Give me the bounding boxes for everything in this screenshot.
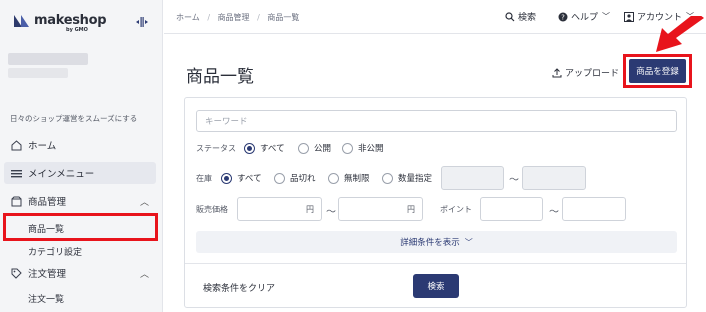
price-min-input[interactable]: 円 xyxy=(237,197,322,221)
logo-mark-icon xyxy=(14,14,30,27)
stock-min-input[interactable] xyxy=(441,166,504,190)
page-title: 商品一覧 xyxy=(186,67,254,87)
status-label: ステータス xyxy=(196,144,236,153)
logo[interactable]: makeshop xyxy=(14,13,107,28)
topbar: ホーム / 商品管理 / 商品一覧 検索 ? ヘルプ ﹀ アカウント ﹀ xyxy=(164,0,706,34)
arrow-pointer-icon xyxy=(656,16,704,52)
svg-text:?: ? xyxy=(561,13,565,21)
logo-subtext: by GMO xyxy=(66,27,88,33)
chevron-up-icon: ︿ xyxy=(139,269,149,280)
status-radio-all[interactable]: すべて xyxy=(244,142,285,154)
radio-label: すべて xyxy=(260,144,285,154)
shop-name-redacted-2 xyxy=(8,68,68,78)
sidebar-subitem-order-list[interactable]: 注文一覧 xyxy=(28,292,64,305)
radio-icon xyxy=(382,172,393,184)
chevron-down-icon: ﹀ xyxy=(464,237,473,247)
point-label: ポイント xyxy=(440,205,472,214)
upload-button[interactable]: アップロード xyxy=(551,66,619,79)
home-icon xyxy=(10,139,22,151)
advanced-label: 詳細条件を表示 xyxy=(400,238,460,248)
radio-icon xyxy=(328,172,339,184)
sidebar-item-products[interactable]: 商品管理 ︿ xyxy=(0,190,163,212)
breadcrumb-separator: / xyxy=(257,13,260,22)
radio-label: 品切れ xyxy=(290,174,316,184)
radio-icon xyxy=(274,172,285,184)
radio-icon xyxy=(342,142,353,154)
point-max-input[interactable] xyxy=(562,197,626,221)
chevron-up-icon: ︿ xyxy=(139,197,149,208)
sidebar-item-label: 注文管理 xyxy=(28,269,67,280)
clear-conditions-link[interactable]: 検索条件をクリア xyxy=(203,281,275,294)
menu-icon xyxy=(10,167,22,179)
top-search-button[interactable]: 検索 xyxy=(504,10,536,23)
sidebar-item-main-menu[interactable]: メインメニュー xyxy=(4,162,156,184)
breadcrumb-home[interactable]: ホーム xyxy=(176,13,200,22)
breadcrumb: ホーム / 商品管理 / 商品一覧 xyxy=(176,12,304,23)
search-icon xyxy=(504,11,515,22)
box-icon xyxy=(10,195,22,207)
sidebar-item-home[interactable]: ホーム xyxy=(0,134,163,156)
top-help-button[interactable]: ? ヘルプ ﹀ xyxy=(557,10,610,23)
breadcrumb-current: 商品一覧 xyxy=(267,13,300,22)
upload-icon xyxy=(551,67,562,78)
radio-label: 非公開 xyxy=(358,144,384,154)
range-separator: 〜 xyxy=(509,175,519,186)
shop-name-redacted xyxy=(8,53,88,65)
sidebar-item-label: ホーム xyxy=(28,141,57,152)
radio-label: 公開 xyxy=(314,144,332,154)
radio-icon xyxy=(298,142,309,154)
highlight-box-product-list xyxy=(3,213,158,241)
range-separator: 〜 xyxy=(549,207,559,218)
stock-radio-unlimited[interactable]: 無制限 xyxy=(328,172,370,184)
stock-radio-soldout[interactable]: 品切れ xyxy=(274,172,316,184)
breadcrumb-products[interactable]: 商品管理 xyxy=(218,13,250,22)
breadcrumb-separator: / xyxy=(207,13,211,22)
keyword-input[interactable]: キーワード xyxy=(196,110,677,132)
radio-label: 数量指定 xyxy=(398,174,433,184)
sidebar-item-label: メインメニュー xyxy=(28,169,95,180)
sidebar-item-label: 商品管理 xyxy=(28,197,67,208)
range-separator: 〜 xyxy=(326,207,336,218)
radio-selected-icon xyxy=(244,142,255,154)
point-min-input[interactable] xyxy=(480,197,543,221)
stock-max-input[interactable] xyxy=(522,166,586,190)
top-search-label: 検索 xyxy=(518,13,537,23)
account-icon xyxy=(623,11,634,22)
top-help-label: ヘルプ xyxy=(571,13,599,23)
yen-unit: 円 xyxy=(306,204,314,214)
chevron-down-icon: ﹀ xyxy=(602,12,611,21)
status-radio-private[interactable]: 非公開 xyxy=(342,142,384,154)
advanced-conditions-toggle[interactable]: 詳細条件を表示 ﹀ xyxy=(196,231,677,253)
price-label: 販売価格 xyxy=(196,205,228,214)
sidebar: makeshop by GMO 日々のショップ運営をスムーズにする ホーム メイ… xyxy=(0,0,163,312)
help-icon: ? xyxy=(557,11,568,22)
tag-icon xyxy=(10,267,22,279)
divider xyxy=(185,263,686,264)
sidebar-subitem-category-settings[interactable]: カテゴリ設定 xyxy=(28,245,82,258)
stock-radio-all[interactable]: すべて xyxy=(221,172,262,184)
collapse-sidebar-icon[interactable] xyxy=(135,17,149,27)
radio-label: 無制限 xyxy=(344,174,370,184)
price-max-input[interactable]: 円 xyxy=(338,197,423,221)
upload-label: アップロード xyxy=(565,69,620,79)
search-button[interactable]: 検索 xyxy=(413,274,459,298)
register-product-button[interactable]: 商品を登録 xyxy=(629,59,686,83)
radio-selected-icon xyxy=(221,172,232,184)
stock-label: 在庫 xyxy=(196,174,212,183)
yen-unit: 円 xyxy=(407,204,415,214)
stock-radio-quantity[interactable]: 数量指定 xyxy=(382,172,432,184)
radio-label: すべて xyxy=(237,174,262,184)
sidebar-item-orders[interactable]: 注文管理 ︿ xyxy=(0,262,163,284)
sidebar-tagline: 日々のショップ運営をスムーズにする xyxy=(10,114,138,123)
status-radio-public[interactable]: 公開 xyxy=(298,142,331,154)
logo-text: makeshop xyxy=(34,13,107,28)
